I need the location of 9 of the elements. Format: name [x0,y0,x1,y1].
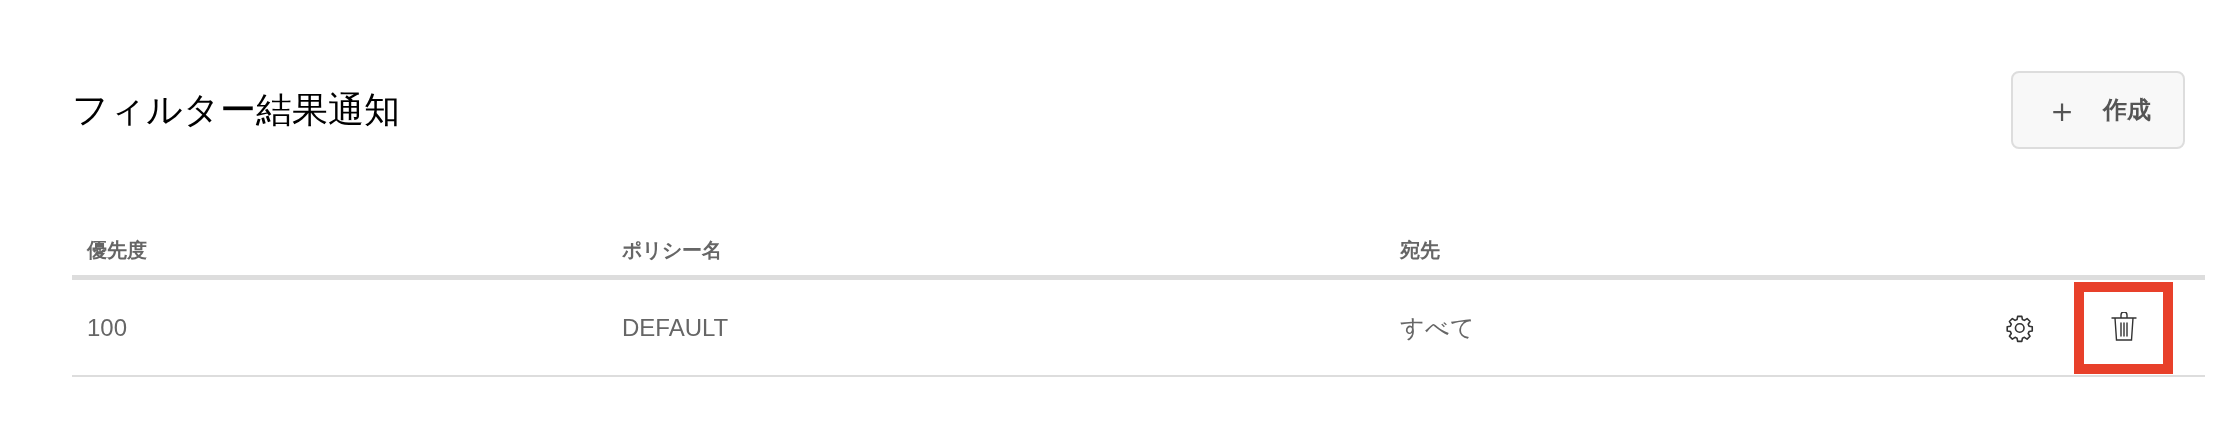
table-cell: すべて [1400,313,1475,341]
page-title: フィルター結果通知 [72,92,400,128]
table-cell: DEFAULT [622,313,729,341]
trash-icon[interactable] [2110,311,2137,344]
column-header: ポリシー名 [622,238,722,261]
column-header: 優先度 [87,238,147,261]
table-cell: 100 [87,313,128,341]
create-button[interactable]: ＋ 作成 [2011,71,2185,149]
column-header: 宛先 [1400,238,1440,261]
